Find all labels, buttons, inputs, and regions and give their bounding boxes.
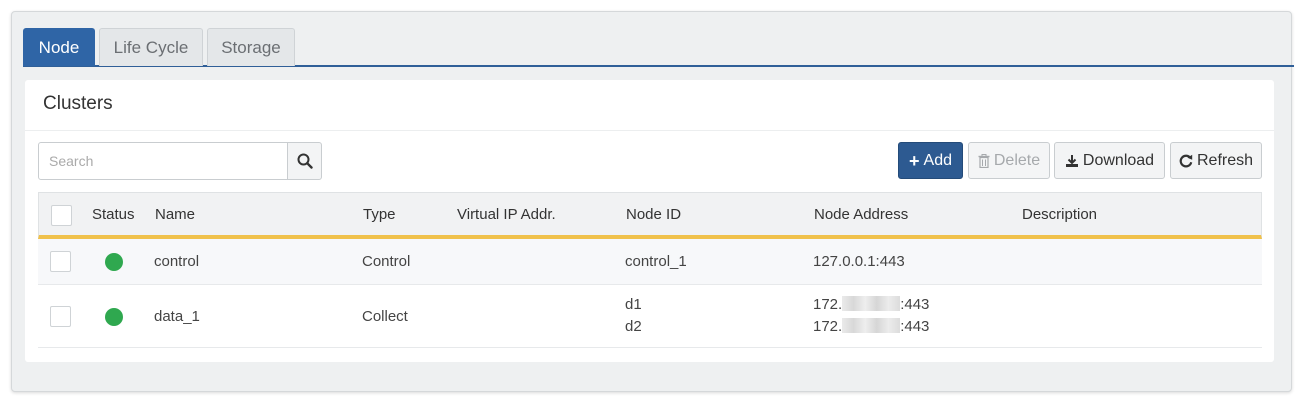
cell-node-id: d2 xyxy=(625,318,642,335)
cell-node-address: 172. :443 xyxy=(813,296,929,313)
tab-life-cycle[interactable]: Life Cycle xyxy=(99,28,203,66)
column-description[interactable]: Description xyxy=(1022,206,1097,223)
cell-node-id: control_1 xyxy=(625,253,687,270)
panel-title: Clusters xyxy=(43,93,113,114)
search-input[interactable] xyxy=(38,142,288,180)
delete-button[interactable]: Delete xyxy=(968,142,1050,179)
row-checkbox[interactable] xyxy=(50,251,71,272)
column-node-id[interactable]: Node ID xyxy=(626,206,681,223)
address-text: 172. xyxy=(813,296,843,313)
plus-icon: + xyxy=(909,150,920,171)
table-row[interactable]: control Control control_1 127.0.0.1:443 xyxy=(38,239,1262,285)
table-row[interactable]: data_1 Collect d1 d2 172. :443 172. :443 xyxy=(38,285,1262,348)
column-virtual-ip[interactable]: Virtual IP Addr. xyxy=(457,206,556,223)
panel-divider xyxy=(25,130,1274,131)
status-indicator xyxy=(105,253,123,271)
address-port: :443 xyxy=(900,318,930,335)
download-button[interactable]: Download xyxy=(1054,142,1165,179)
add-button[interactable]: + Add xyxy=(898,142,963,179)
cell-type: Collect xyxy=(362,308,408,325)
clusters-table: Status Name Type Virtual IP Addr. Node I… xyxy=(38,192,1262,348)
table-header: Status Name Type Virtual IP Addr. Node I… xyxy=(38,192,1262,239)
refresh-button-label: Refresh xyxy=(1196,151,1254,169)
cell-node-address: 127.0.0.1:443 xyxy=(813,253,905,270)
add-button-label: Add xyxy=(923,151,952,169)
tab-bar: Node Life Cycle Storage xyxy=(23,28,1294,67)
redacted-address xyxy=(842,318,901,333)
download-button-label: Download xyxy=(1082,151,1155,169)
trash-icon xyxy=(978,153,990,168)
cell-name: data_1 xyxy=(154,308,200,325)
search-button[interactable] xyxy=(287,142,322,180)
clusters-panel: Clusters + Add Delete Download Refresh S… xyxy=(25,80,1274,362)
column-name[interactable]: Name xyxy=(155,206,195,223)
cell-node-address: 172. :443 xyxy=(813,318,929,335)
address-text: 172. xyxy=(813,318,843,335)
status-indicator xyxy=(105,308,123,326)
node-management-container: Node Life Cycle Storage Clusters + Add D… xyxy=(11,11,1294,392)
refresh-icon xyxy=(1179,154,1193,167)
tab-node[interactable]: Node xyxy=(23,28,95,66)
address-port: :443 xyxy=(900,296,930,313)
cell-type: Control xyxy=(362,253,411,270)
select-all-checkbox[interactable] xyxy=(51,205,72,226)
column-status[interactable]: Status xyxy=(92,206,135,223)
cell-node-id: d1 xyxy=(625,296,642,313)
column-node-address[interactable]: Node Address xyxy=(814,206,908,223)
search-icon xyxy=(297,153,313,169)
row-checkbox[interactable] xyxy=(50,306,71,327)
column-type[interactable]: Type xyxy=(363,206,396,223)
delete-button-label: Delete xyxy=(993,151,1041,169)
download-icon xyxy=(1065,154,1078,167)
address-text: 127.0.0.1:443 xyxy=(813,253,905,270)
redacted-address xyxy=(842,296,901,311)
tab-storage[interactable]: Storage xyxy=(207,28,295,66)
refresh-button[interactable]: Refresh xyxy=(1170,142,1262,179)
cell-name: control xyxy=(154,253,200,270)
